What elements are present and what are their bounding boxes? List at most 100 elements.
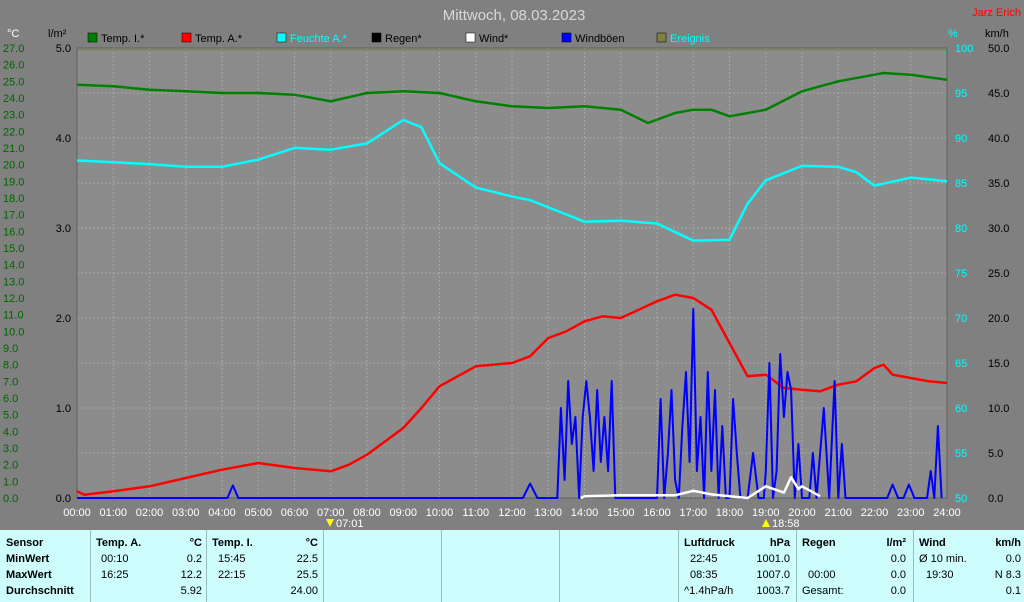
humidity-tick-label: 85	[955, 178, 967, 190]
rain-tick-label: 5.0	[56, 43, 71, 55]
time-tick-label: 22:00	[861, 507, 889, 519]
time-tick-label: 24:00	[933, 507, 961, 519]
wind-10min-value: 0.0	[1005, 553, 1021, 565]
weather-chart: 0.0 1.0 2.0 3.0 4.0 5.0 6.0 7.0 8.0 9.0 10.0 11.0 12…	[0, 0, 1024, 530]
humidity-tick-label: 90	[955, 133, 967, 145]
temp-a-avg-value: 5.92	[180, 585, 202, 597]
legend-label: Windböen	[575, 33, 625, 45]
sunset-time: 18:58	[772, 518, 800, 530]
wind-header: Wind	[919, 537, 946, 549]
wind-avg-value: 0.1	[1005, 585, 1021, 597]
time-axis: 00:00 01:00 02:00 03:00 04:00 05:00 06:00 07:00…	[63, 507, 961, 519]
temp-i-max-time: 22:15	[218, 569, 246, 581]
divider	[441, 530, 442, 602]
time-tick-label: 03:00	[172, 507, 200, 519]
time-tick-label: 17:00	[679, 507, 707, 519]
time-tick-label: 21:00	[824, 507, 852, 519]
legend-swatch	[465, 32, 476, 43]
legend-label: Feuchte A.*	[290, 33, 348, 45]
temp-tick-label: 23.0	[3, 110, 24, 122]
time-tick-label: 01:00	[99, 507, 127, 519]
divider	[678, 530, 679, 602]
wind-unit: km/h	[995, 537, 1021, 549]
temp-tick-label: 15.0	[3, 243, 24, 255]
avg-label: Durchschnitt	[6, 585, 74, 597]
wind-tick-label: 50.0	[988, 43, 1009, 55]
rain-max-time: 00:00	[808, 569, 836, 581]
pressure-min-value: 1001.0	[756, 553, 790, 565]
temp-tick-label: 25.0	[3, 76, 24, 88]
rain-tick-label: 4.0	[56, 133, 71, 145]
temp-tick-label: 7.0	[3, 376, 18, 388]
pressure-max-value: 1007.0	[756, 569, 790, 581]
time-tick-label: 18:00	[716, 507, 744, 519]
temp-tick-label: 27.0	[3, 43, 24, 55]
time-tick-label: 15:00	[607, 507, 635, 519]
temp-tick-label: 5.0	[3, 410, 18, 422]
legend-swatch	[371, 32, 382, 43]
time-tick-label: 23:00	[897, 507, 925, 519]
time-tick-label: 05:00	[244, 507, 272, 519]
rain-total-label: Gesamt:	[802, 585, 844, 597]
temp-tick-label: 9.0	[3, 343, 18, 355]
wind-tick-label: 45.0	[988, 88, 1009, 100]
pressure-trend: ^1.4hPa/h	[684, 585, 734, 597]
legend-swatch	[181, 32, 192, 43]
humidity-unit-label: %	[948, 28, 958, 40]
temp-tick-label: 8.0	[3, 360, 18, 372]
rain-tick-label: 1.0	[56, 403, 71, 415]
rain-tick-label: 3.0	[56, 223, 71, 235]
temp-tick-label: 10.0	[3, 326, 24, 338]
temp-i-max-value: 25.5	[296, 569, 318, 581]
time-tick-label: 13:00	[534, 507, 562, 519]
wind-tick-label: 30.0	[988, 223, 1009, 235]
pressure-max-time: 08:35	[690, 569, 718, 581]
temp-a-unit: °C	[189, 537, 202, 549]
divider	[206, 530, 207, 602]
temp-i-unit: °C	[305, 537, 318, 549]
divider	[323, 530, 324, 602]
wind-unit-label: km/h	[985, 28, 1009, 40]
legend-label: Ereignis	[670, 33, 710, 45]
rain-max-value: 0.0	[890, 569, 906, 581]
temp-unit-label: °C	[7, 28, 19, 40]
temp-tick-label: 13.0	[3, 276, 24, 288]
rain-unit-label: l/m²	[48, 28, 67, 40]
sunrise-time: 07:01	[336, 518, 364, 530]
temp-a-header: Temp. A.	[96, 537, 142, 549]
temp-tick-label: 11.0	[3, 310, 24, 322]
temp-a-min-value: 0.2	[186, 553, 202, 565]
legend-label: Temp. I.*	[101, 33, 145, 45]
wind-tick-label: 10.0	[988, 403, 1009, 415]
time-tick-label: 00:00	[63, 507, 91, 519]
pressure-avg-value: 1003.7	[756, 585, 790, 597]
temp-tick-label: 22.0	[3, 126, 24, 138]
temp-a-max-time: 16:25	[101, 569, 129, 581]
temp-a-min-time: 00:10	[101, 553, 129, 565]
time-tick-label: 12:00	[498, 507, 526, 519]
time-tick-label: 16:00	[643, 507, 671, 519]
temp-tick-label: 19.0	[3, 176, 24, 188]
temp-i-header: Temp. I.	[212, 537, 253, 549]
legend-label: Regen*	[385, 33, 422, 45]
legend-swatch	[656, 32, 667, 43]
temp-tick-label: 1.0	[3, 476, 18, 488]
author-label: Jarz Erich	[972, 7, 1021, 19]
temp-tick-label: 26.0	[3, 60, 24, 72]
temp-i-min-time: 15:45	[218, 553, 246, 565]
temp-tick-label: 20.0	[3, 160, 24, 172]
legend-swatch	[561, 32, 572, 43]
divider	[559, 530, 560, 602]
humidity-tick-label: 55	[955, 448, 967, 460]
rain-unit: l/m²	[886, 537, 906, 549]
min-label: MinWert	[6, 553, 50, 565]
wind-max-time: 19:30	[926, 569, 954, 581]
chart-title: Mittwoch, 08.03.2023	[443, 7, 586, 24]
time-tick-label: 10:00	[426, 507, 454, 519]
legend-label: Wind*	[479, 33, 509, 45]
rain-tick-label: 2.0	[56, 313, 71, 325]
temp-tick-label: 21.0	[3, 143, 24, 155]
wind-tick-label: 35.0	[988, 178, 1009, 190]
time-tick-label: 09:00	[389, 507, 417, 519]
temp-i-min-value: 22.5	[296, 553, 318, 565]
